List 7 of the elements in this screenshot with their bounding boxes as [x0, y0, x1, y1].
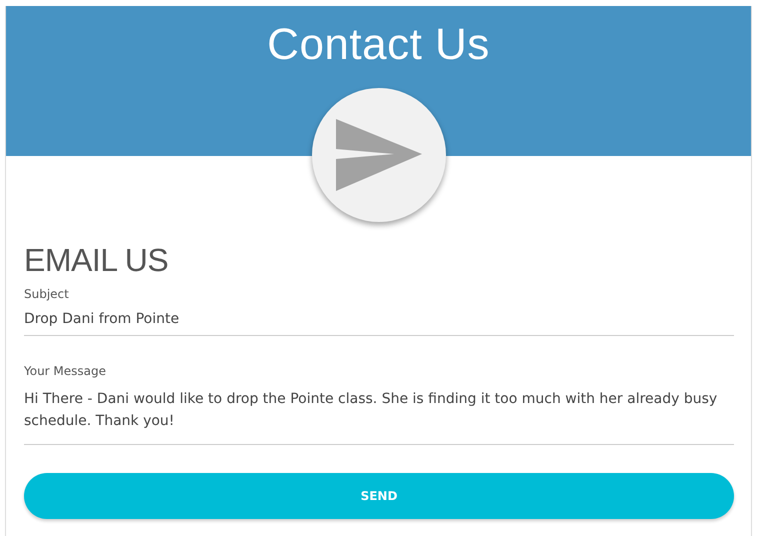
paper-plane-icon [336, 119, 422, 191]
message-field[interactable]: Hi There - Dani would like to drop the Pointe class. She is finding it too much with her already busy schedule. Thank you! [24, 378, 734, 445]
field-label: Subject [24, 287, 69, 301]
form-heading: EMAIL US [24, 242, 170, 279]
field-label: Your Message [24, 364, 106, 378]
subject-field[interactable]: Drop Dani from Pointe [24, 301, 734, 336]
page-title: Contact Us [267, 20, 490, 70]
